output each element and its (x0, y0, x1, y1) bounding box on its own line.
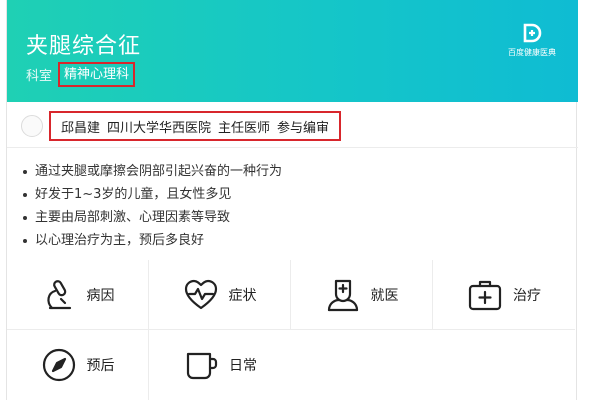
logo-text: 百度健康医典 (508, 48, 556, 57)
encyclopedia-card: 夹腿综合征 科室 精神心理科 百度健康医典 邱昌建 四川大学华西医院 主任医师 … (6, 0, 578, 400)
topic-label: 就医 (370, 287, 399, 304)
author-hospital: 四川大学华西医院 (107, 120, 212, 136)
summary-item: 主要由局部刺激、心理因素等导致 (23, 206, 282, 229)
department-name-link[interactable]: 精神心理科 (58, 62, 136, 87)
topic-treatment[interactable]: 治疗 (433, 260, 575, 330)
doctor-icon (327, 279, 358, 311)
mug-icon (186, 352, 218, 380)
author-role: 参与编审 (277, 120, 330, 136)
topic-label: 日常 (229, 358, 257, 374)
medical-kit-icon (468, 280, 502, 310)
logo-icon (523, 23, 542, 43)
page-title: 夹腿综合征 (26, 34, 142, 59)
author-info[interactable]: 邱昌建 四川大学华西医院 主任医师 参与编审 (49, 111, 342, 141)
author-row[interactable]: 邱昌建 四川大学华西医院 主任医师 参与编审 (7, 102, 578, 148)
heart-pulse-icon (184, 279, 217, 309)
topic-label: 病因 (86, 287, 115, 304)
topic-label: 症状 (228, 287, 257, 304)
topic-label: 治疗 (513, 287, 541, 304)
brand-logo: 百度健康医典 (504, 22, 560, 58)
department-label: 科室 (26, 69, 53, 84)
topic-daily[interactable]: 日常 (149, 330, 291, 400)
avatar (21, 115, 43, 137)
author-title: 主任医师 (218, 120, 271, 136)
summary-item: 好发于1~3岁的儿童，且女性多见 (23, 183, 282, 206)
topic-grid: 病因 症状 就医 治疗 预后 日常 (7, 260, 578, 400)
department-row: 科室 精神心理科 (26, 62, 136, 87)
topic-label: 预后 (86, 358, 115, 374)
summary-item: 以心理治疗为主，预后多良好 (23, 229, 282, 252)
author-name: 邱昌建 (61, 120, 101, 136)
card-header: 夹腿综合征 科室 精神心理科 百度健康医典 (7, 0, 578, 102)
summary-list: 通过夹腿或摩擦会阴部引起兴奋的一种行为 好发于1~3岁的儿童，且女性多见 主要由… (23, 160, 282, 252)
topic-cause[interactable]: 病因 (7, 260, 149, 330)
microscope-icon (46, 279, 71, 309)
topic-symptom[interactable]: 症状 (149, 260, 291, 330)
summary-item: 通过夹腿或摩擦会阴部引起兴奋的一种行为 (23, 160, 282, 183)
topic-prognosis[interactable]: 预后 (7, 330, 149, 400)
topic-visit[interactable]: 就医 (291, 260, 433, 330)
compass-icon (42, 348, 75, 382)
